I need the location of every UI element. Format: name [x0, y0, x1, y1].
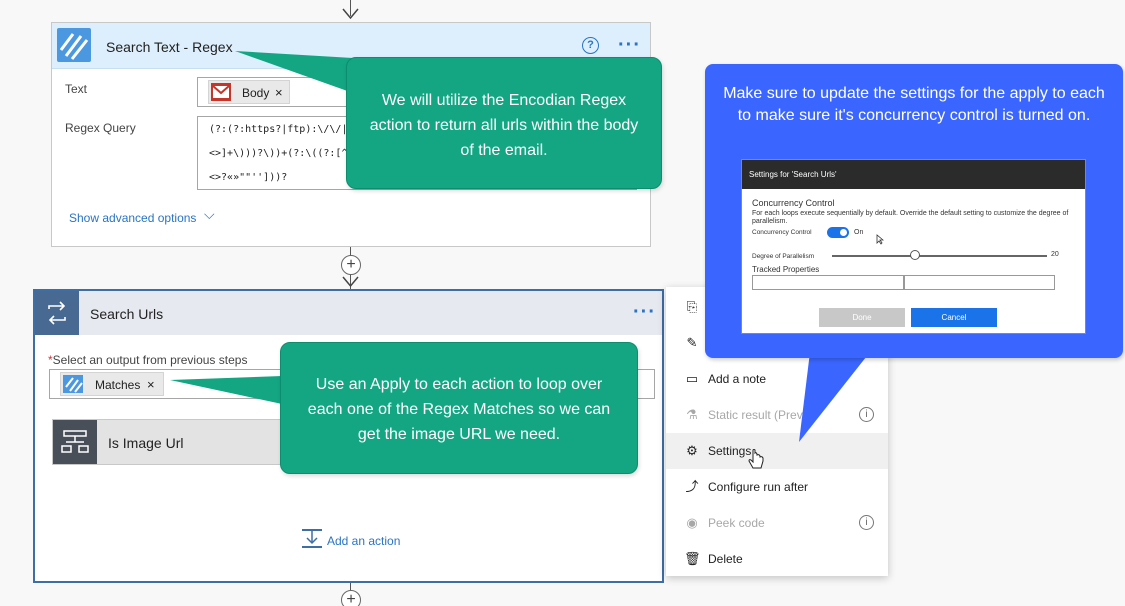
matches-token[interactable]: Matches ×	[60, 372, 164, 396]
loop-icon	[35, 291, 79, 335]
pointer-cursor-icon	[876, 234, 884, 245]
remove-token-icon[interactable]: ×	[147, 377, 155, 392]
cancel-button[interactable]: Cancel	[911, 308, 997, 327]
show-advanced-options-link[interactable]: Show advanced options	[69, 211, 196, 225]
gear-icon: ⚙	[686, 443, 698, 458]
toggle-state-label: On	[854, 229, 864, 236]
settings-title: Settings for 'Search Urls'	[749, 170, 837, 179]
add-step-plus-icon-bottom[interactable]: +	[341, 590, 361, 606]
regex-card-title: Search Text - Regex	[106, 39, 233, 55]
parallelism-value: 20	[1051, 251, 1059, 258]
menu-item-configure-run-after[interactable]: ⤴ Configure run after	[666, 469, 888, 505]
condition-icon	[53, 420, 97, 464]
regex-query-label: Regex Query	[65, 121, 136, 135]
more-options-icon[interactable]: ···	[618, 35, 641, 55]
condition-title: Is Image Url	[108, 435, 184, 451]
menu-item-peek-code: ◉ Peek code i	[666, 505, 888, 541]
settings-screenshot: Settings for 'Search Urls' Concurrency C…	[741, 159, 1086, 334]
tracked-properties-label: Tracked Properties	[752, 265, 820, 274]
flow-arrow-middle	[342, 276, 359, 288]
menu-item-delete[interactable]: 🗑 Delete	[666, 541, 888, 577]
info-icon[interactable]: i	[859, 515, 874, 530]
callout-pointer-apply	[170, 376, 282, 404]
callout-regex-note: We will utilize the Encodian Regex actio…	[346, 57, 662, 189]
add-action-link[interactable]: Add an action	[327, 534, 400, 548]
text-field-label: Text	[65, 82, 88, 96]
flow-arrow-top	[342, 8, 359, 20]
concurrency-heading: Concurrency Control	[752, 198, 835, 208]
menu-item-label: Peek code	[708, 516, 765, 530]
apply-card-header[interactable]: Search Urls ···	[35, 291, 662, 335]
copy-icon: ⎘	[686, 299, 698, 314]
select-output-label: *Select an output from previous steps	[48, 353, 247, 367]
callout-apply-note: Use an Apply to each action to loop over…	[280, 342, 638, 474]
run-after-icon: ⤴	[685, 479, 699, 494]
menu-item-label: Settings	[708, 444, 752, 458]
help-icon[interactable]: ?	[582, 37, 599, 54]
note-icon: ▭	[685, 371, 699, 386]
add-step-plus-icon[interactable]: +	[341, 255, 361, 275]
eye-icon: ◉	[686, 515, 698, 530]
concurrency-control-label: Concurrency Control	[752, 229, 812, 236]
tracked-key-field[interactable]	[752, 275, 904, 290]
more-options-icon[interactable]: ···	[633, 302, 656, 322]
add-action-icon[interactable]	[301, 529, 323, 549]
regex-line: <>?«»""'']))?	[209, 172, 288, 183]
settings-header: Settings for 'Search Urls'	[742, 160, 1085, 189]
gmail-icon	[211, 83, 231, 101]
parallelism-label: Degree of Parallelism	[752, 253, 815, 260]
callout-apply-text: Use an Apply to each action to loop over…	[307, 376, 611, 443]
callout-pointer-regex	[235, 51, 353, 93]
encodian-token-icon	[63, 375, 83, 393]
menu-item-label: Delete	[708, 552, 743, 566]
chevron-down-icon[interactable]: ⌵	[204, 206, 215, 223]
parallelism-slider-knob[interactable]	[910, 250, 920, 260]
select-output-label-text: Select an output from previous steps	[52, 353, 248, 367]
concurrency-toggle[interactable]	[827, 227, 849, 238]
menu-item-label: Configure run after	[708, 480, 809, 494]
hand-cursor-icon	[748, 449, 764, 469]
done-button[interactable]: Done	[819, 308, 905, 327]
tracked-value-field[interactable]	[904, 275, 1055, 290]
menu-item-label: Add a note	[708, 372, 767, 386]
matches-token-label: Matches	[95, 378, 141, 392]
concurrency-description: For each loops execute sequentially by d…	[752, 210, 1069, 225]
flask-icon: ⚗	[686, 407, 698, 422]
callout-regex-text: We will utilize the Encodian Regex actio…	[369, 92, 639, 159]
callout-settings-text: Make sure to update the settings for the…	[723, 85, 1105, 124]
parallelism-slider-track[interactable]	[832, 255, 1047, 257]
apply-card-title: Search Urls	[90, 306, 164, 322]
encodian-logo-icon	[57, 28, 91, 62]
rename-icon: ✎	[686, 335, 698, 350]
trash-icon: 🗑	[684, 551, 701, 566]
callout-pointer-settings	[799, 352, 870, 442]
